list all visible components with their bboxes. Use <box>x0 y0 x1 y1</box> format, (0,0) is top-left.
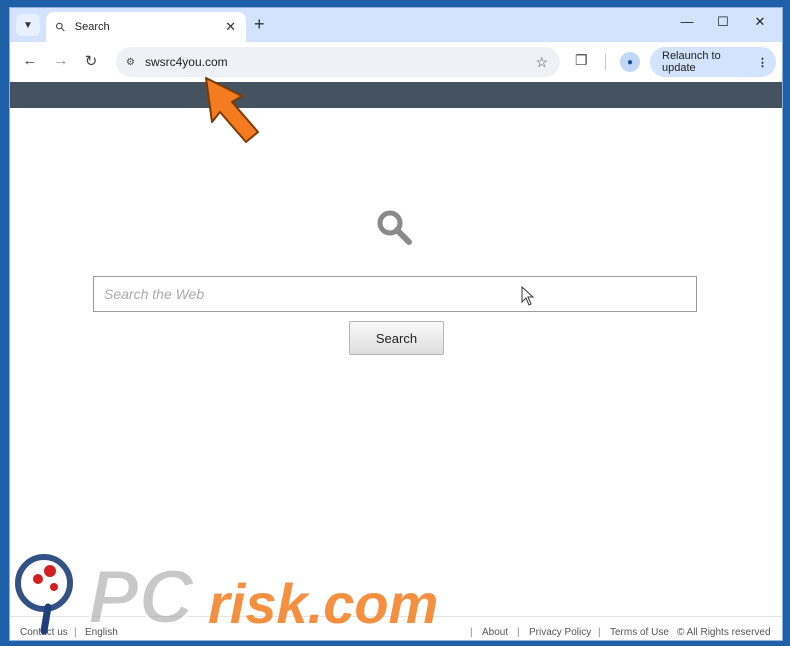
more-menu-icon[interactable]: ⋮ <box>757 56 768 69</box>
active-tab[interactable]: ⚲ Search ✕ <box>46 12 246 42</box>
tab-search-button[interactable]: ▼ <box>16 14 40 36</box>
extensions-icon[interactable]: ❐ <box>575 52 588 69</box>
minimize-button[interactable]: — <box>677 14 697 29</box>
window-close-button[interactable]: ✕ <box>750 14 770 30</box>
site-info-icon[interactable]: ⚙ <box>126 57 135 68</box>
profile-avatar-icon[interactable]: ● <box>620 52 640 72</box>
site-header-band <box>10 82 782 108</box>
footer-link-about[interactable]: About <box>482 627 508 638</box>
relaunch-button[interactable]: Relaunch to update ⋮ <box>650 47 776 77</box>
footer-link-terms[interactable]: Terms of Use <box>610 627 669 638</box>
footer-link-privacy[interactable]: Privacy Policy <box>529 627 591 638</box>
footer-rights: © All Rights reserved <box>677 627 771 638</box>
browser-toolbar: ← → ↻ ⚙ swsrc4you.com ☆ ❐ ● Relaunch to … <box>10 42 782 83</box>
search-icon: ⚲ <box>52 18 69 36</box>
maximize-button[interactable]: ☐ <box>713 14 733 30</box>
url-text[interactable]: swsrc4you.com <box>145 55 535 69</box>
relaunch-label: Relaunch to update <box>662 50 721 74</box>
tab-strip: ▼ ⚲ Search ✕ + — ☐ ✕ <box>10 8 782 42</box>
reload-button[interactable]: ↻ <box>81 52 101 70</box>
orange-arrow-annotation <box>205 77 259 143</box>
bookmark-star-icon[interactable]: ☆ <box>535 54 548 71</box>
close-icon[interactable]: ✕ <box>225 19 236 35</box>
footer-separator: | <box>517 627 520 638</box>
search-button[interactable]: Search <box>349 321 444 355</box>
forward-button[interactable]: → <box>51 52 71 69</box>
mouse-cursor-icon <box>521 286 535 306</box>
magnifier-icon <box>377 210 412 245</box>
toolbar-divider <box>605 54 606 70</box>
svg-text:risk.com: risk.com <box>208 572 438 635</box>
back-button[interactable]: ← <box>20 52 40 69</box>
pcrisk-watermark-logo: PC risk.com <box>15 554 438 635</box>
footer-separator: | <box>598 627 601 638</box>
tab-title: Search <box>74 21 110 33</box>
svg-text:PC: PC <box>88 555 195 635</box>
address-bar[interactable]: ⚙ swsrc4you.com ☆ <box>116 47 560 77</box>
search-input[interactable] <box>93 276 697 312</box>
chevron-down-icon: ▼ <box>23 19 33 31</box>
footer-separator: | <box>470 627 473 638</box>
new-tab-button[interactable]: + <box>254 14 265 34</box>
